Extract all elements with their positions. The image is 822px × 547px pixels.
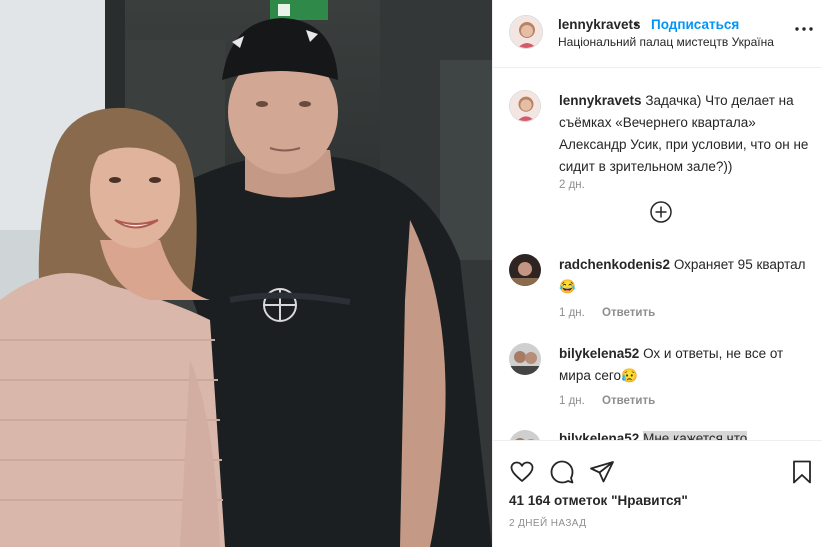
comment-time[interactable]: 1 дн. <box>559 307 585 319</box>
reply-button[interactable]: Ответить <box>602 307 655 319</box>
caption-avatar[interactable] <box>509 90 541 122</box>
comment-avatar[interactable] <box>509 254 541 286</box>
author-avatar[interactable] <box>509 15 543 49</box>
post-date[interactable]: 2 ДНЕЙ НАЗАД <box>509 518 586 529</box>
caption-text: lennykravets Задачка) Что делает на съём… <box>559 90 809 178</box>
comment-svg <box>550 460 574 484</box>
post-photo[interactable] <box>0 0 492 547</box>
avatar-image <box>510 91 540 121</box>
comment-avatar[interactable] <box>509 430 541 440</box>
plus-circle-svg <box>650 201 672 223</box>
comments-list[interactable]: lennykravets Задачка) Что делает на съём… <box>493 68 822 440</box>
comment-avatar[interactable] <box>509 343 541 375</box>
comment-text: bilykelena52 Мне кажется что <box>559 428 809 440</box>
comment-username[interactable]: bilykelena52 <box>559 346 639 361</box>
heart-icon[interactable] <box>509 459 535 485</box>
caption-username[interactable]: lennykravets <box>559 93 642 108</box>
share-svg <box>590 461 614 483</box>
likes-count[interactable]: 41 164 отметок "Нравится" <box>509 493 688 508</box>
comment-body: Мне кажется что <box>643 431 748 440</box>
post-actions: 41 164 отметок "Нравится" 2 ДНЕЙ НАЗАД <box>493 440 822 547</box>
paper-plane-icon[interactable] <box>589 459 615 485</box>
comment-text: bilykelena52 Ох и ответы, не все от мира… <box>559 343 809 387</box>
comment-text: radchenkodenis2 Охраняет 95 квартал😂 <box>559 254 809 298</box>
caption-time[interactable]: 2 дн. <box>559 179 585 191</box>
author-username[interactable]: lennykravets <box>558 17 641 32</box>
bookmark-icon[interactable] <box>789 459 815 485</box>
avatar-image <box>509 254 541 286</box>
post-side-panel: lennykravets • Подписаться Національний … <box>492 0 822 547</box>
follow-button[interactable]: Подписаться <box>651 17 739 32</box>
comment-username[interactable]: radchenkodenis2 <box>559 257 670 272</box>
plus-circle-icon[interactable] <box>650 201 672 223</box>
more-horizontal-icon[interactable] <box>793 21 815 37</box>
post-location[interactable]: Національний палац мистецтв Україна <box>558 35 774 49</box>
comment-time[interactable]: 1 дн. <box>559 395 585 407</box>
photo-illustration <box>0 0 492 547</box>
avatar-image <box>510 16 542 48</box>
more-dots-svg <box>795 27 813 31</box>
heart-svg <box>510 461 534 482</box>
bookmark-svg <box>793 460 811 484</box>
post-header: lennykravets • Подписаться Національний … <box>493 0 822 68</box>
comment-icon[interactable] <box>549 459 575 485</box>
reply-button[interactable]: Ответить <box>602 395 655 407</box>
avatar-image <box>509 430 541 440</box>
avatar-image <box>509 343 541 375</box>
header-separator: • <box>634 17 639 32</box>
comment-username[interactable]: bilykelena52 <box>559 431 639 440</box>
